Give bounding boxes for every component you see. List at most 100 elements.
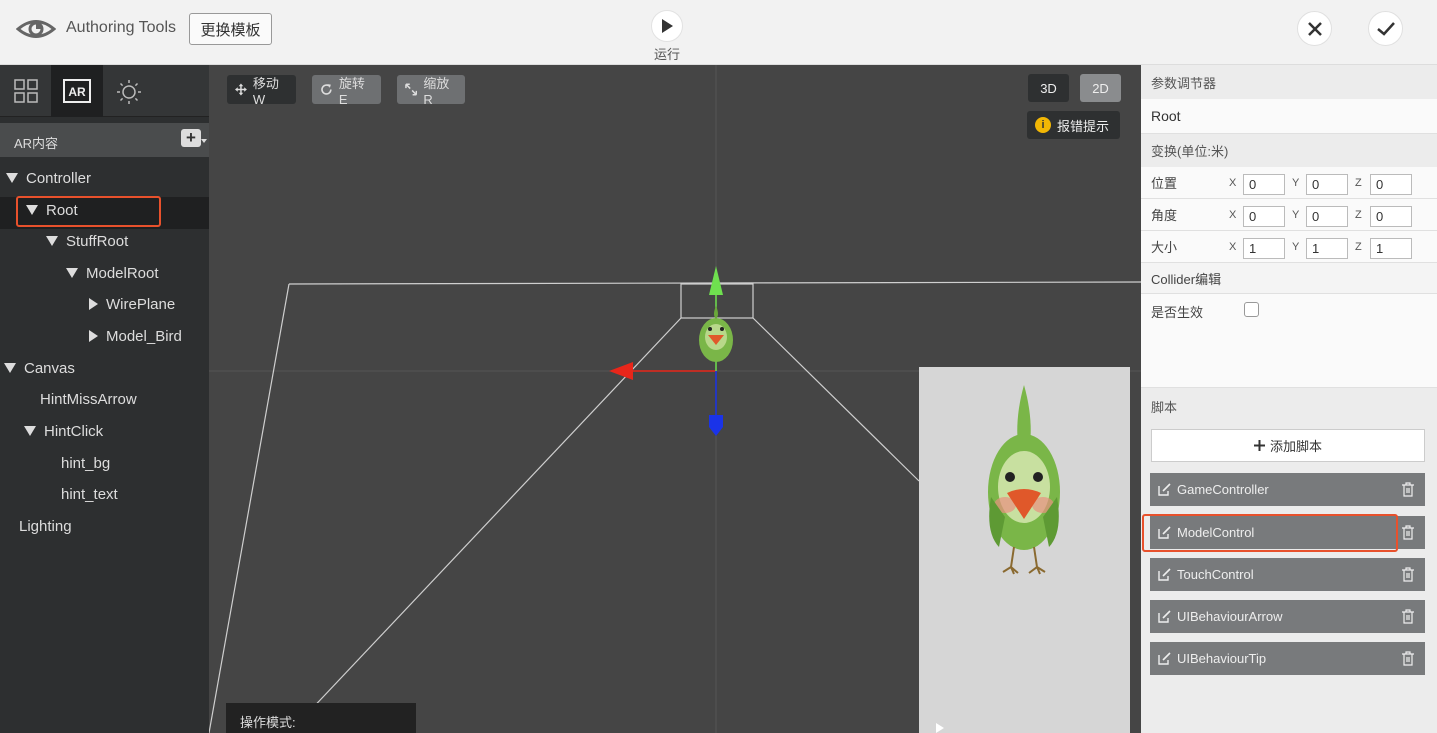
expand-arrow-icon[interactable] — [66, 268, 78, 278]
left-panel: AR AR内容 + Controller Root StuffRoot Mode… — [0, 65, 209, 733]
move-tool-button[interactable]: 移动W — [227, 75, 296, 107]
script-item-uibehaviourarrow[interactable]: UIBehaviourArrow — [1150, 600, 1425, 633]
transform-title: 变换(单位:米) — [1141, 134, 1437, 167]
bird-model[interactable] — [699, 306, 733, 362]
expand-arrow-icon[interactable] — [24, 426, 36, 436]
mode-tabs: AR — [0, 65, 209, 117]
rotate-icon — [321, 84, 332, 95]
enabled-checkbox[interactable] — [1244, 302, 1259, 317]
tree-node-label: ModelRoot — [86, 264, 159, 282]
tree-node-label: WirePlane — [106, 295, 176, 313]
tree-node-stuffroot[interactable]: StuffRoot — [46, 226, 128, 256]
run-button[interactable] — [651, 10, 683, 42]
script-name: TouchControl — [1177, 567, 1254, 582]
tree-node-model-bird[interactable]: Model_Bird — [89, 321, 182, 351]
scale-y-input[interactable]: 1 — [1306, 238, 1348, 259]
script-highlight — [1142, 514, 1398, 552]
ar-icon: AR — [63, 79, 91, 103]
position-z-input[interactable]: 0 — [1370, 174, 1412, 195]
tree-node-label: hint_text — [61, 485, 118, 503]
trash-icon[interactable] — [1401, 525, 1415, 540]
script-item-gamecontroller[interactable]: GameController — [1150, 473, 1425, 506]
edit-icon[interactable] — [1158, 610, 1171, 623]
confirm-button[interactable] — [1368, 11, 1403, 46]
property-panel: 参数调节器 Root 变换(单位:米) 位置 X 0 Y 0 Z 0 角度 X … — [1141, 65, 1437, 733]
dropdown-caret-icon[interactable] — [201, 139, 207, 143]
tab-ar[interactable]: AR — [51, 65, 103, 117]
edit-icon[interactable] — [1158, 652, 1171, 665]
trash-icon[interactable] — [1401, 482, 1415, 497]
grid-view-icon — [14, 79, 38, 103]
trash-icon[interactable] — [1401, 651, 1415, 666]
position-row: 位置 X 0 Y 0 Z 0 — [1141, 167, 1437, 199]
gizmo-x-arrow[interactable] — [609, 362, 633, 380]
collapse-arrow-icon[interactable] — [89, 298, 98, 310]
tree-node-label: Lighting — [19, 517, 72, 535]
edit-icon[interactable] — [1158, 483, 1171, 496]
expand-arrow-icon[interactable] — [6, 173, 18, 183]
trash-icon[interactable] — [1401, 609, 1415, 624]
move-icon — [235, 83, 247, 96]
script-item-uibehaviourtip[interactable]: UIBehaviourTip — [1150, 642, 1425, 675]
plus-icon[interactable]: + — [181, 129, 201, 147]
position-x-input[interactable]: 0 — [1243, 174, 1285, 195]
tree-node-modelroot[interactable]: ModelRoot — [66, 258, 159, 288]
view-2d-button[interactable]: 2D — [1080, 74, 1121, 102]
sun-icon — [117, 80, 141, 104]
view-3d-button[interactable]: 3D — [1028, 74, 1069, 102]
tree-node-lighting[interactable]: Lighting — [19, 511, 72, 541]
axis-z-label: Z — [1355, 209, 1362, 221]
scale-tool-button[interactable]: 缩放R — [397, 75, 465, 107]
rotation-x-input[interactable]: 0 — [1243, 206, 1285, 227]
object-name: Root — [1141, 99, 1437, 134]
tree-node-hint-text[interactable]: hint_text — [61, 479, 118, 509]
check-icon — [1376, 21, 1395, 36]
svg-text:AR: AR — [68, 85, 86, 99]
script-name: GameController — [1177, 482, 1269, 497]
axis-y-label: Y — [1292, 241, 1300, 253]
script-title: 脚本 — [1141, 390, 1437, 422]
trash-icon[interactable] — [1401, 567, 1415, 582]
edit-icon[interactable] — [1158, 568, 1171, 581]
expand-arrow-icon[interactable] — [4, 363, 16, 373]
app-title: Authoring Tools — [66, 19, 176, 36]
close-icon — [1307, 21, 1322, 36]
scale-icon — [405, 83, 418, 96]
ar-content-label: AR内容 — [14, 136, 59, 151]
collapse-arrow-icon[interactable] — [89, 330, 98, 342]
tree-node-label: Model_Bird — [106, 327, 182, 345]
tree-node-controller[interactable]: Controller — [6, 163, 91, 193]
rotate-tool-label: 旋转E — [338, 75, 365, 107]
tree-node-wireplane[interactable]: WirePlane — [89, 289, 175, 319]
rotation-y-input[interactable]: 0 — [1306, 206, 1348, 227]
axis-x-label: X — [1229, 177, 1237, 189]
preview-play-icon[interactable] — [936, 723, 944, 733]
gizmo-z-arrow[interactable] — [709, 415, 723, 436]
change-template-button[interactable]: 更换模板 — [189, 13, 272, 45]
script-name: UIBehaviourTip — [1177, 651, 1267, 666]
scale-z-input[interactable]: 1 — [1370, 238, 1412, 259]
axis-y-label: Y — [1292, 209, 1300, 221]
tree-node-hint-bg[interactable]: hint_bg — [61, 448, 110, 478]
scene-viewport[interactable]: 移动W 旋转E 缩放R 3D 2D i 报错提示 操作模式: — [209, 65, 1141, 733]
tab-grid-view[interactable] — [0, 65, 52, 117]
gizmo-y-arrow[interactable] — [709, 266, 723, 295]
position-y-input[interactable]: 0 — [1306, 174, 1348, 195]
rotate-tool-button[interactable]: 旋转E — [312, 75, 381, 107]
add-script-label: 添加脚本 — [1269, 439, 1322, 454]
scale-x-input[interactable]: 1 — [1243, 238, 1285, 259]
script-item-touchcontrol[interactable]: TouchControl — [1150, 558, 1425, 591]
tree-node-hintclick[interactable]: HintClick — [24, 416, 103, 446]
close-button[interactable] — [1297, 11, 1332, 46]
tree-node-canvas[interactable]: Canvas — [4, 353, 75, 383]
operation-mode-label: 操作模式: — [226, 703, 416, 733]
expand-arrow-icon[interactable] — [46, 236, 58, 246]
bird-preview-image — [988, 385, 1060, 575]
rotation-z-input[interactable]: 0 — [1370, 206, 1412, 227]
run-label: 运行 — [653, 47, 680, 62]
add-script-button[interactable]: 添加脚本 — [1151, 429, 1425, 462]
tab-lighting[interactable] — [103, 65, 155, 117]
tree-node-hintmissarrow[interactable]: HintMissArrow — [40, 384, 137, 414]
position-label: 位置 — [1151, 176, 1178, 191]
error-hint-button[interactable]: i 报错提示 — [1027, 111, 1120, 139]
